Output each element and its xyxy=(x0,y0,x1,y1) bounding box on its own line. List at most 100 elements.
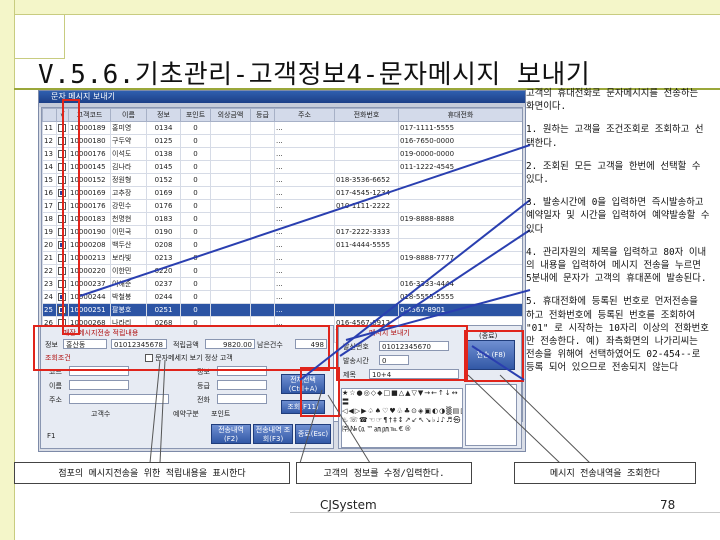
address-field[interactable] xyxy=(69,394,169,404)
footer-rule xyxy=(290,512,720,513)
table-cell-mobile: 0-4567-8901 xyxy=(398,303,522,317)
grade-field[interactable] xyxy=(217,380,267,390)
table-cell-n: 23 xyxy=(42,277,57,291)
table-cell-empty xyxy=(250,134,275,148)
table-cell-empty xyxy=(250,186,275,200)
table-cell-mobile: 016-3333-4444 xyxy=(398,277,522,291)
point-label: 포인트 xyxy=(211,410,231,418)
table-cell-addr: ... xyxy=(274,212,335,226)
table-row[interactable]: 19 10000190 이민국 0190 0... 017-2222-3333 xyxy=(42,225,522,239)
message-body-field[interactable] xyxy=(465,384,517,446)
grid-header-cell[interactable]: 외상금액 xyxy=(210,108,251,122)
type-label: 예약구분 xyxy=(173,410,199,418)
table-cell-grp: 0134 xyxy=(146,121,181,135)
table-cell-tel: 017-4545-1234 xyxy=(334,186,399,200)
table-cell-grp: 0138 xyxy=(146,147,181,161)
table-cell-pt: 0 xyxy=(180,147,211,161)
table-row[interactable]: 25 10000251 팔봉호 0251 0... 0-4567-8901 xyxy=(42,303,522,317)
table-row[interactable]: 11 10000189 홍미영 0134 0... 017-1111-5555 xyxy=(42,121,522,135)
table-cell-empty xyxy=(210,173,251,187)
grid-header-cell[interactable]: 주소 xyxy=(274,108,335,122)
table-cell-grp: 0145 xyxy=(146,160,181,174)
grid-header-cell[interactable] xyxy=(42,108,57,122)
grid-header-cell[interactable]: 등급 xyxy=(250,108,275,122)
table-cell-n: 14 xyxy=(42,160,57,174)
table-row[interactable]: 21 10000213 보라빛 0213 0... 019-8888-7777 xyxy=(42,251,522,265)
table-cell-n: 11 xyxy=(42,121,57,135)
table-cell-name: 천명현 xyxy=(110,212,147,226)
table-cell-addr: ... xyxy=(274,238,335,252)
table-cell-mobile: 016-7650-0000 xyxy=(398,134,522,148)
table-cell-name: 박철봉 xyxy=(110,290,147,304)
table-cell-tel xyxy=(334,212,399,226)
window-title: 문자 메시지 보내기 xyxy=(51,92,115,101)
table-row[interactable]: 15 10000152 정원형 0152 0... 018-3536-6652 xyxy=(42,173,522,187)
table-cell-name: 이민국 xyxy=(110,225,147,239)
table-cell-pt: 0 xyxy=(180,238,211,252)
table-cell-tel xyxy=(334,303,399,317)
table-row[interactable]: 13 10000176 이석도 0138 0... 019-0000-0000 xyxy=(42,147,522,161)
table-cell-addr: ... xyxy=(274,251,335,265)
table-cell-pt: 0 xyxy=(180,121,211,135)
table-row[interactable]: 23 10000237 이해준 0237 0... 016-3333-4444 xyxy=(42,277,522,291)
table-cell-tel xyxy=(334,290,399,304)
table-row[interactable]: 20 10000208 백두산 0208 0... 011-4444-5555 xyxy=(42,238,522,252)
table-cell-empty xyxy=(210,147,251,161)
table-row[interactable]: 18 10000183 천명현 0183 0... 019-8888-8888 xyxy=(42,212,522,226)
grid-header-cell[interactable]: 이름 xyxy=(110,108,147,122)
special-symbols-grid[interactable]: ★☆●◎◇◆□■△▲▽▼→←↑↓↔〓◁◀▷▶♤♠♡♥♧♣⊙◈▣◐◑▒▤▥▨▧▦▩… xyxy=(341,388,463,448)
table-cell-empty xyxy=(210,121,251,135)
table-row[interactable]: 22 10000220 이한민 0220 0... xyxy=(42,264,522,278)
grade-label: 등급 xyxy=(197,382,210,390)
grid-header-cell[interactable]: 전화번호 xyxy=(334,108,399,122)
grid-header-cell[interactable]: 포인트 xyxy=(180,108,211,122)
slide: V.5.6.기초관리-고객정보4-문자메시지 보내기 문자 메시지 보내기 √ 고… xyxy=(0,0,720,540)
table-row[interactable]: 16 10000169 고추장 0169 0... 017-4545-1234 xyxy=(42,186,522,200)
explanation-item-4: 4. 관리자원의 제목을 입력하고 80자 이내의 내용을 입력하여 메시지 전… xyxy=(526,246,707,285)
table-cell-empty xyxy=(250,277,275,291)
send-history-button[interactable]: 전송내역 (F2) xyxy=(211,424,251,444)
table-cell-addr: ... xyxy=(274,277,335,291)
slide-title: V.5.6.기초관리-고객정보4-문자메시지 보내기 xyxy=(38,60,591,90)
phone-field[interactable] xyxy=(217,394,267,404)
explanation-intro: 고객의 휴대전화로 문자메시지를 전송하는 화면이다. xyxy=(526,88,699,113)
table-cell-addr: ... xyxy=(274,303,335,317)
table-cell-n: 18 xyxy=(42,212,57,226)
callout-store-points: 점포의 메시지전송을 위한 적립내용을 표시한다 xyxy=(14,462,290,484)
table-cell-addr: ... xyxy=(274,290,335,304)
table-cell-pt: 0 xyxy=(180,264,211,278)
table-cell-empty xyxy=(210,290,251,304)
grid-header-cell[interactable]: 휴대전화 xyxy=(398,108,522,122)
table-cell-pt: 0 xyxy=(180,186,211,200)
window-titlebar: 문자 메시지 보내기 xyxy=(39,91,525,103)
table-cell-empty xyxy=(210,134,251,148)
table-cell-addr: ... xyxy=(274,121,335,135)
checkbox-column-highlight xyxy=(62,99,80,335)
close-button[interactable]: 종료(Esc) xyxy=(295,424,331,444)
table-cell-pt: 0 xyxy=(180,225,211,239)
table-cell-mobile xyxy=(398,264,522,278)
table-cell-tel xyxy=(334,147,399,161)
table-row[interactable]: 14 10000145 김나라 0145 0... 011-1222-4545 xyxy=(42,160,522,174)
table-cell-n: 24 xyxy=(42,290,57,304)
table-cell-tel xyxy=(334,134,399,148)
table-cell-grp: 0251 xyxy=(146,303,181,317)
send-buttons-highlight xyxy=(464,330,524,382)
name-field[interactable] xyxy=(69,380,129,390)
table-row[interactable]: 12 10000180 구두약 0125 0... 016-7650-0000 xyxy=(42,134,522,148)
table-row[interactable]: 17 10000176 강민수 0176 0... 010-1111-2222 xyxy=(42,199,522,213)
table-cell-pt: 0 xyxy=(180,199,211,213)
table-cell-pt: 0 xyxy=(180,212,211,226)
table-cell-n: 20 xyxy=(42,238,57,252)
table-row[interactable]: 24 10000244 박철봉 0244 0... 018-5555-5555 xyxy=(42,290,522,304)
table-cell-tel xyxy=(334,121,399,135)
grid-header-cell[interactable]: 정보 xyxy=(146,108,181,122)
table-cell-mobile: 018-5555-5555 xyxy=(398,290,522,304)
top-accent-bar xyxy=(0,0,720,15)
store-points-highlight xyxy=(33,325,330,371)
table-cell-tel: 011-4444-5555 xyxy=(334,238,399,252)
name-label: 이름 xyxy=(49,382,62,390)
footer-brand: CJSystem xyxy=(320,498,377,512)
history-search-button[interactable]: 전송내역 조회(F3) xyxy=(253,424,293,444)
table-cell-name: 김나라 xyxy=(110,160,147,174)
